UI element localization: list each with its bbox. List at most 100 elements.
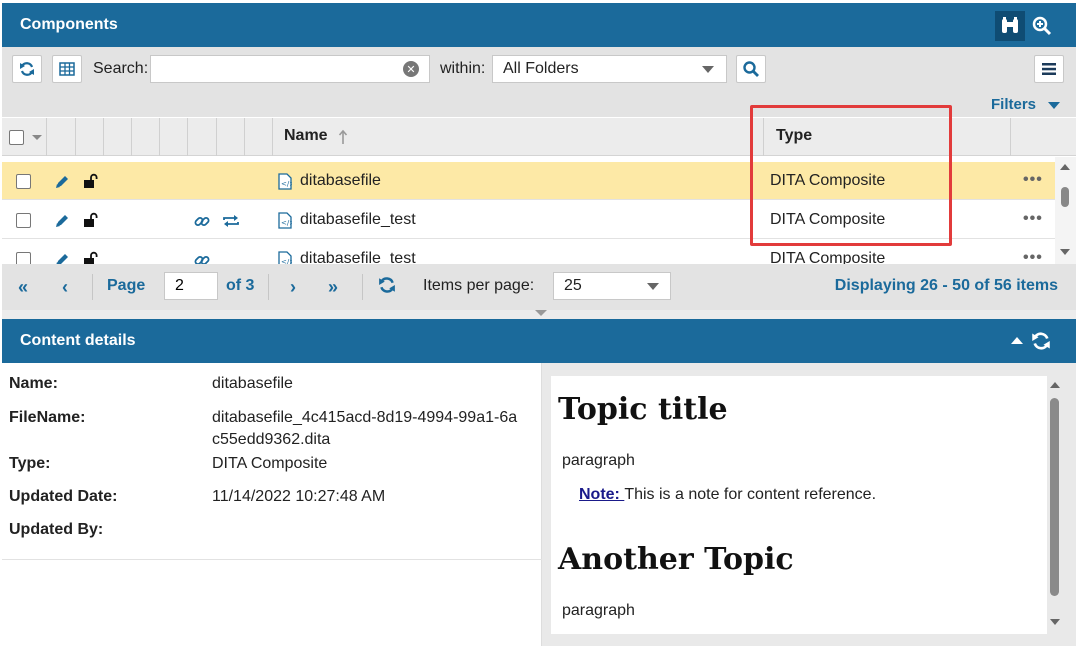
scrollbar-thumb[interactable] [1050, 398, 1059, 596]
updated-by-label: Updated By: [9, 521, 104, 538]
updated-date-value: 11/14/2022 10:27:48 AM [212, 488, 386, 505]
row-name[interactable]: ditabasefile_test [300, 250, 416, 264]
column-header-name[interactable]: Name [284, 127, 328, 145]
topic-title-heading: Topic title [558, 392, 728, 427]
chevron-down-icon [1048, 102, 1060, 109]
row-more-menu[interactable]: ••• [1023, 249, 1043, 264]
row-name[interactable]: ditabasefile [300, 172, 381, 190]
svg-text:</>: </> [281, 219, 292, 227]
filters-toggle[interactable]: Filters [991, 96, 1036, 113]
row-type: DITA Composite [770, 211, 886, 228]
type-value: DITA Composite [212, 455, 328, 472]
row-type: DITA Composite [770, 172, 886, 189]
grid-view-button[interactable] [52, 55, 82, 83]
table-icon [59, 62, 75, 76]
refresh-icon [20, 62, 34, 76]
svg-text:</>: </> [281, 180, 292, 188]
chevron-down-icon[interactable] [32, 135, 42, 140]
row-checkbox[interactable] [16, 252, 31, 264]
scrollbar-thumb[interactable] [1061, 187, 1069, 207]
note-block: Note: This is a note for content referen… [579, 486, 876, 504]
items-per-page-value: 25 [564, 277, 582, 294]
refresh-icon[interactable] [1031, 331, 1051, 351]
row-checkbox[interactable] [16, 213, 31, 228]
binoculars-icon[interactable] [995, 11, 1025, 41]
displaying-count: Displaying 26 - 50 of 56 items [834, 277, 1058, 294]
link-icon[interactable] [194, 252, 210, 264]
table-row[interactable]: </> ditabasefile DITA Composite ••• [2, 162, 1055, 200]
name-value: ditabasefile [212, 375, 293, 392]
preview-scrollbar[interactable] [1047, 376, 1063, 634]
clear-search-icon[interactable]: ✕ [403, 61, 419, 77]
unlocked-icon[interactable] [82, 173, 98, 189]
row-more-menu[interactable]: ••• [1023, 210, 1043, 228]
name-label: Name: [9, 375, 58, 392]
select-all-checkbox[interactable] [9, 130, 24, 145]
refresh-button[interactable] [12, 55, 42, 83]
last-page-icon[interactable]: » [328, 277, 338, 298]
content-preview: Topic title paragraph Note: This is a no… [551, 376, 1047, 634]
row-name[interactable]: ditabasefile_test [300, 211, 416, 229]
content-details-title: Content details [20, 332, 136, 349]
another-topic-heading: Another Topic [558, 542, 794, 577]
edit-pencil-icon[interactable] [54, 252, 70, 264]
content-details-header: Content details [2, 319, 1076, 363]
filename-value: ditabasefile_4c415acd-8d19-4994-99a1-6ac… [212, 409, 518, 448]
components-title: Components [20, 16, 118, 33]
note-text: This is a note for content reference. [624, 486, 877, 503]
edit-pencil-icon[interactable] [54, 213, 70, 229]
scroll-up-icon[interactable] [1050, 382, 1060, 388]
next-page-icon[interactable]: › [290, 277, 296, 298]
page-of-label: of 3 [226, 277, 255, 294]
row-more-menu[interactable]: ••• [1023, 171, 1043, 189]
search-label: Search: [93, 60, 149, 77]
items-per-page-label: Items per page: [423, 277, 535, 294]
menu-button[interactable] [1034, 55, 1064, 83]
within-label: within: [440, 60, 486, 77]
collapse-icon[interactable] [1011, 337, 1023, 344]
within-select-value: All Folders [503, 60, 579, 77]
splitter-handle[interactable] [2, 310, 1076, 319]
zoom-in-icon[interactable] [1029, 13, 1055, 39]
chevron-down-icon [702, 66, 714, 73]
page-number-input[interactable] [164, 272, 218, 300]
filename-label: FileName: [9, 409, 86, 426]
prev-page-icon[interactable]: ‹ [62, 277, 68, 298]
components-header: Components [2, 3, 1076, 47]
search-button[interactable] [736, 55, 766, 83]
hamburger-menu-icon [1042, 63, 1056, 75]
details-properties: Name: ditabasefile FileName: ditabasefil… [2, 363, 542, 646]
unlocked-icon[interactable] [82, 251, 98, 264]
row-type: DITA Composite [770, 250, 886, 264]
note-label[interactable]: Note: [579, 486, 624, 503]
grid-scrollbar[interactable] [1055, 157, 1076, 264]
link-icon[interactable] [194, 213, 210, 229]
chevron-down-icon[interactable] [535, 310, 547, 316]
components-toolbar: Search: ✕ within: All Folders Filters [2, 47, 1076, 117]
search-icon [743, 61, 759, 77]
grid-body: </> ditabasefile DITA Composite ••• </> … [2, 157, 1055, 264]
refresh-icon[interactable] [378, 276, 396, 294]
type-label: Type: [9, 455, 51, 472]
sort-ascending-icon [338, 129, 348, 144]
search-input[interactable] [150, 55, 430, 83]
scroll-up-icon[interactable] [1060, 164, 1070, 170]
table-row[interactable]: </> ditabasefile_test DITA Composite ••• [2, 240, 1055, 264]
column-header-type[interactable]: Type [776, 127, 812, 145]
edit-pencil-icon[interactable] [54, 174, 70, 190]
page-label: Page [107, 277, 146, 294]
scroll-down-icon[interactable] [1060, 249, 1070, 255]
topic-paragraph: paragraph [562, 602, 635, 619]
sync-icon[interactable] [222, 213, 240, 229]
grid-header: Name Type [2, 118, 1076, 156]
table-row[interactable]: </> ditabasefile_test DITA Composite ••• [2, 201, 1055, 239]
unlocked-icon[interactable] [82, 212, 98, 228]
within-select[interactable]: All Folders [492, 55, 727, 83]
dita-file-icon: </> [278, 251, 292, 264]
updated-date-label: Updated Date: [9, 488, 118, 505]
row-checkbox[interactable] [16, 174, 31, 189]
chevron-down-icon [647, 283, 659, 290]
dita-file-icon: </> [278, 212, 292, 229]
first-page-icon[interactable]: « [18, 277, 28, 298]
scroll-down-icon[interactable] [1050, 619, 1060, 625]
